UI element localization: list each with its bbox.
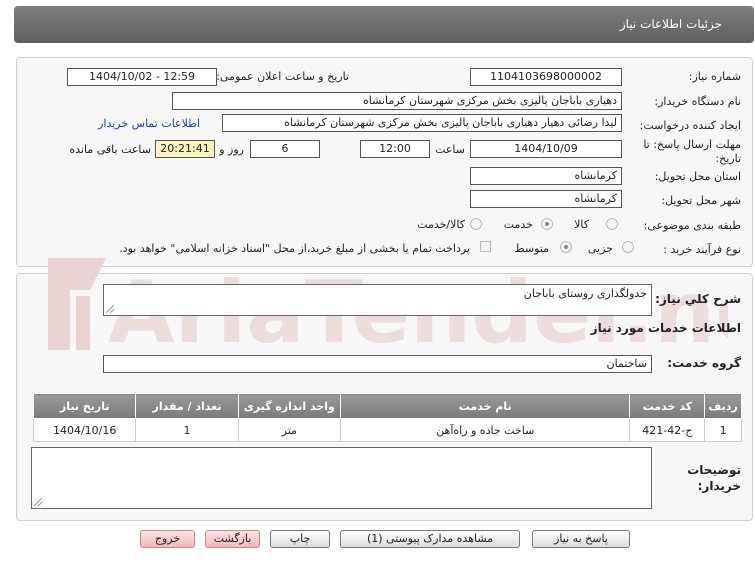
resize-grip-icon[interactable] <box>106 305 114 313</box>
process-minor-radio[interactable] <box>622 241 634 253</box>
deadline-date-field: 1404/10/09 <box>470 140 622 158</box>
services-table: ردیف کد خدمت نام خدمت واحد اندازه گیری ت… <box>32 393 742 442</box>
col-header-unit: واحد اندازه گیری <box>237 393 341 419</box>
announce-datetime-field: 1404/10/02 - 12:59 <box>67 68 217 86</box>
col-header-need-date: تاریخ نیاز <box>32 393 137 419</box>
summary-label: شرح کلي نياز: <box>655 292 741 306</box>
category-label: طبقه بندی موضوعی: <box>643 219 741 232</box>
category-goods-label: کالا <box>574 218 589 231</box>
deadline-label: مهلت ارسال پاسخ: تا تاریخ: <box>643 138 741 165</box>
treasury-payment-note: پرداخت تمام یا بخشی از مبلغ خرید،از محل … <box>119 242 470 255</box>
buyer-contact-link[interactable]: اطلاعات تماس خریدار <box>98 117 200 130</box>
treasury-payment-checkbox[interactable] <box>480 241 491 252</box>
cell-need-date: 1404/10/16 <box>32 418 137 442</box>
col-header-row-number: ردیف <box>704 393 742 419</box>
service-group-field: ساختمان <box>103 355 652 373</box>
view-attachments-button[interactable]: مشاهده مدارک پیوستی (1) <box>340 530 520 548</box>
days-label: روز و <box>219 143 244 156</box>
back-button[interactable]: بازگشت <box>205 530 260 548</box>
announce-datetime-label: تاریخ و ساعت اعلان عمومی: <box>216 70 349 83</box>
remaining-time-label: ساعت باقی مانده <box>69 143 151 156</box>
table-row: 1 ج-42-421 ساخت جاده و راه‌آهن متر 1 140… <box>32 418 742 442</box>
category-goods-service-radio[interactable] <box>470 218 482 230</box>
need-number-field: 1104103698000002 <box>470 68 622 86</box>
cell-unit: متر <box>237 418 341 442</box>
col-header-quantity: تعداد / مقدار <box>135 393 239 419</box>
reply-button[interactable]: پاسخ به نیاز <box>532 530 630 548</box>
table-header-row: ردیف کد خدمت نام خدمت واحد اندازه گیری ت… <box>32 393 742 419</box>
process-minor-label: جزیی <box>587 242 613 255</box>
category-goods-service-label: کالا/خدمت <box>417 218 465 231</box>
exit-button[interactable]: خروج <box>140 530 195 548</box>
need-number-label: شماره نیاز: <box>688 70 741 83</box>
deadline-time-label: ساعت <box>435 143 465 156</box>
buyer-org-field: دهیاری باباجان پالیزی بخش مرکزی شهرستان … <box>172 92 622 110</box>
remaining-time-field: 20:21:41 <box>155 140 215 158</box>
col-header-service-code: کد خدمت <box>629 393 706 419</box>
process-label: نوع فرآیند خرید : <box>663 243 741 256</box>
cell-quantity: 1 <box>135 418 239 442</box>
province-field: کرمانشاه <box>470 167 622 185</box>
buyer-notes-label: توضیحات خریدار: <box>687 463 741 493</box>
deadline-time-field: 12:00 <box>360 140 430 158</box>
process-medium-radio[interactable] <box>560 241 572 253</box>
requester-label: ایجاد کننده درخواست: <box>639 119 741 132</box>
cell-service-code: ج-42-421 <box>629 418 706 442</box>
category-goods-radio[interactable] <box>606 218 618 230</box>
category-service-radio[interactable] <box>541 218 553 230</box>
buyer-org-label: نام دستگاه خریدار: <box>654 95 741 108</box>
buyer-notes-field[interactable] <box>31 447 652 509</box>
cell-service-name: ساخت جاده و راه‌آهن <box>339 418 631 442</box>
resize-grip-icon[interactable] <box>34 498 42 506</box>
city-label: شهر محل تحویل: <box>661 194 741 207</box>
page-header: جزئیات اطلاعات نیاز <box>14 6 754 43</box>
page-title: جزئیات اطلاعات نیاز <box>619 17 722 31</box>
services-section-title: اطلاعات خدمات مورد نیاز <box>590 321 741 335</box>
category-service-label: خدمت <box>503 218 533 231</box>
print-button[interactable]: چاپ <box>270 530 330 548</box>
process-medium-label: متوسط <box>514 242 549 255</box>
city-field: کرمانشاه <box>470 190 622 208</box>
province-label: استان محل تحویل: <box>654 170 741 183</box>
summary-text: جدولگذاری روستای باباجان <box>523 287 647 300</box>
service-group-label: گروه خدمت: <box>667 356 741 370</box>
col-header-service-name: نام خدمت <box>339 393 631 419</box>
summary-field: جدولگذاری روستای باباجان <box>103 284 652 316</box>
requester-field: لیدا رضائی دهیار دهیاری باباجان پالیزی ب… <box>222 114 622 132</box>
cell-row-number: 1 <box>704 418 742 442</box>
days-field: 6 <box>250 140 320 158</box>
